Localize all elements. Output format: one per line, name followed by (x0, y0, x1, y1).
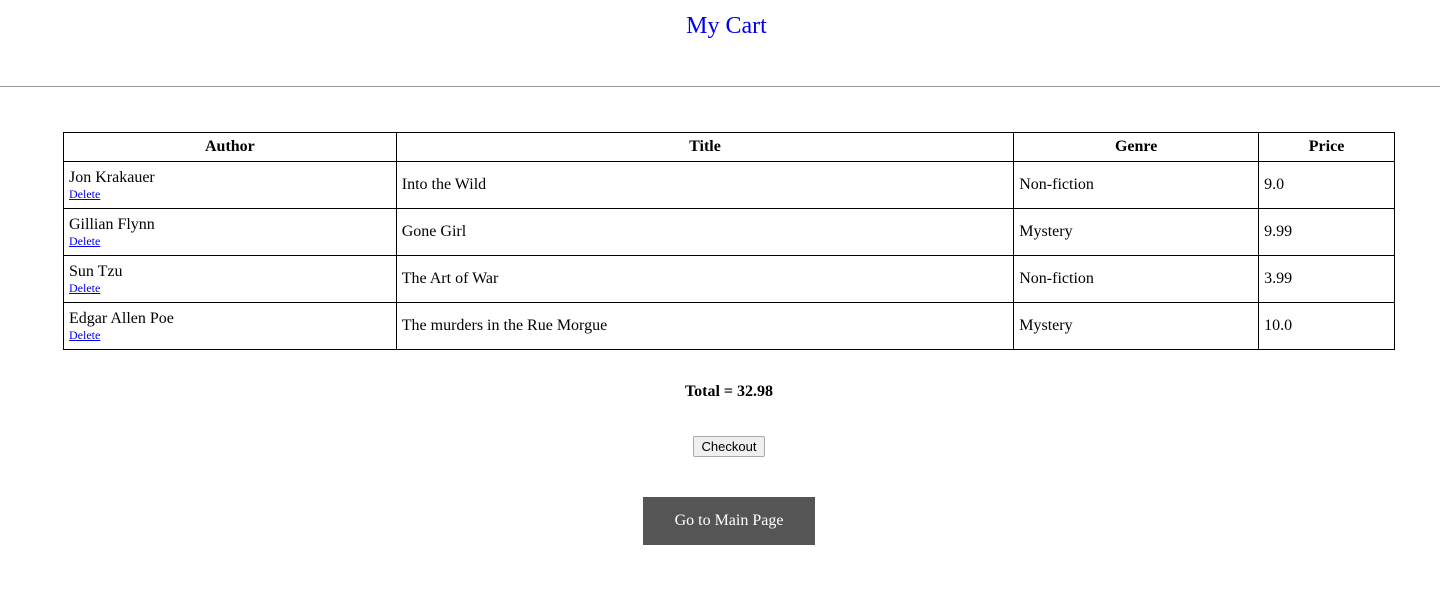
column-header-price: Price (1258, 132, 1395, 162)
delete-link[interactable]: Delete (69, 281, 391, 295)
price-cell: 10.0 (1258, 302, 1395, 350)
table-row: Jon Krakauer Delete Into the Wild Non-fi… (63, 161, 1395, 209)
price-cell: 3.99 (1258, 255, 1395, 303)
genre-cell: Mystery (1013, 302, 1260, 350)
author-cell: Sun Tzu Delete (63, 255, 397, 303)
author-name: Sun Tzu (69, 263, 123, 280)
column-header-title: Title (395, 132, 1015, 162)
column-header-genre: Genre (1013, 132, 1260, 162)
header-divider (0, 86, 1440, 87)
title-cell: Gone Girl (395, 208, 1015, 256)
title-cell: The Art of War (395, 255, 1015, 303)
genre-cell: Non-fiction (1013, 161, 1260, 209)
author-name: Edgar Allen Poe (69, 310, 174, 327)
page-title: My Cart (686, 13, 767, 39)
cart-table: Author Title Genre Price Jon Krakauer De… (63, 132, 1395, 350)
checkout-button[interactable]: Checkout (693, 436, 765, 457)
cart-total: Total = 32.98 (684, 383, 774, 400)
table-header-row: Author Title Genre Price (63, 132, 1395, 162)
delete-link[interactable]: Delete (69, 328, 391, 342)
title-cell: Into the Wild (395, 161, 1015, 209)
author-cell: Gillian Flynn Delete (63, 208, 397, 256)
delete-link[interactable]: Delete (69, 234, 391, 248)
column-header-author: Author (63, 132, 397, 162)
delete-link[interactable]: Delete (69, 187, 391, 201)
author-cell: Edgar Allen Poe Delete (63, 302, 397, 350)
author-cell: Jon Krakauer Delete (63, 161, 397, 209)
table-row: Sun Tzu Delete The Art of War Non-fictio… (63, 255, 1395, 303)
table-row: Gillian Flynn Delete Gone Girl Mystery 9… (63, 208, 1395, 256)
table-row: Edgar Allen Poe Delete The murders in th… (63, 302, 1395, 350)
price-cell: 9.99 (1258, 208, 1395, 256)
title-cell: The murders in the Rue Morgue (395, 302, 1015, 350)
genre-cell: Non-fiction (1013, 255, 1260, 303)
go-to-main-page-button[interactable]: Go to Main Page (643, 497, 815, 545)
author-name: Jon Krakauer (69, 169, 155, 186)
author-name: Gillian Flynn (69, 216, 155, 233)
genre-cell: Mystery (1013, 208, 1260, 256)
price-cell: 9.0 (1258, 161, 1395, 209)
